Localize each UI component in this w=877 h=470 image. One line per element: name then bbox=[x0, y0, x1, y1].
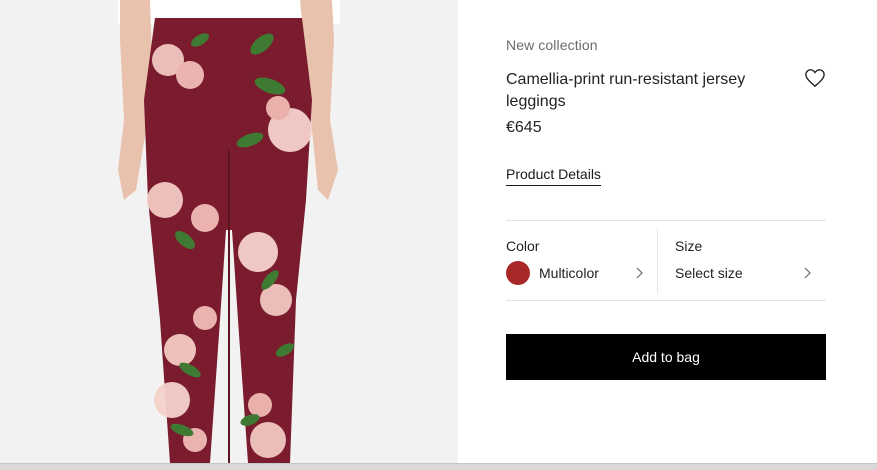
product-price: €645 bbox=[506, 119, 542, 136]
color-value: Multicolor bbox=[539, 265, 599, 281]
divider-bottom bbox=[506, 300, 826, 301]
product-image[interactable] bbox=[0, 0, 458, 463]
product-title: Camellia-print run-resistant jersey legg… bbox=[506, 71, 746, 110]
chevron-right-icon bbox=[636, 267, 643, 279]
product-details-link[interactable]: Product Details bbox=[506, 166, 601, 186]
selector-divider bbox=[657, 229, 658, 293]
chevron-right-icon bbox=[804, 267, 811, 279]
heart-icon bbox=[805, 69, 825, 88]
size-label: Size bbox=[675, 238, 703, 254]
size-value: Select size bbox=[675, 265, 743, 281]
color-label: Color bbox=[506, 238, 540, 254]
collection-label: New collection bbox=[506, 37, 598, 53]
color-swatch bbox=[506, 261, 530, 285]
leggings-photo bbox=[118, 0, 340, 463]
divider-top bbox=[506, 220, 826, 221]
wishlist-button[interactable] bbox=[804, 68, 828, 90]
add-to-bag-button[interactable]: Add to bag bbox=[506, 334, 826, 380]
horizontal-scrollbar[interactable] bbox=[0, 463, 877, 470]
